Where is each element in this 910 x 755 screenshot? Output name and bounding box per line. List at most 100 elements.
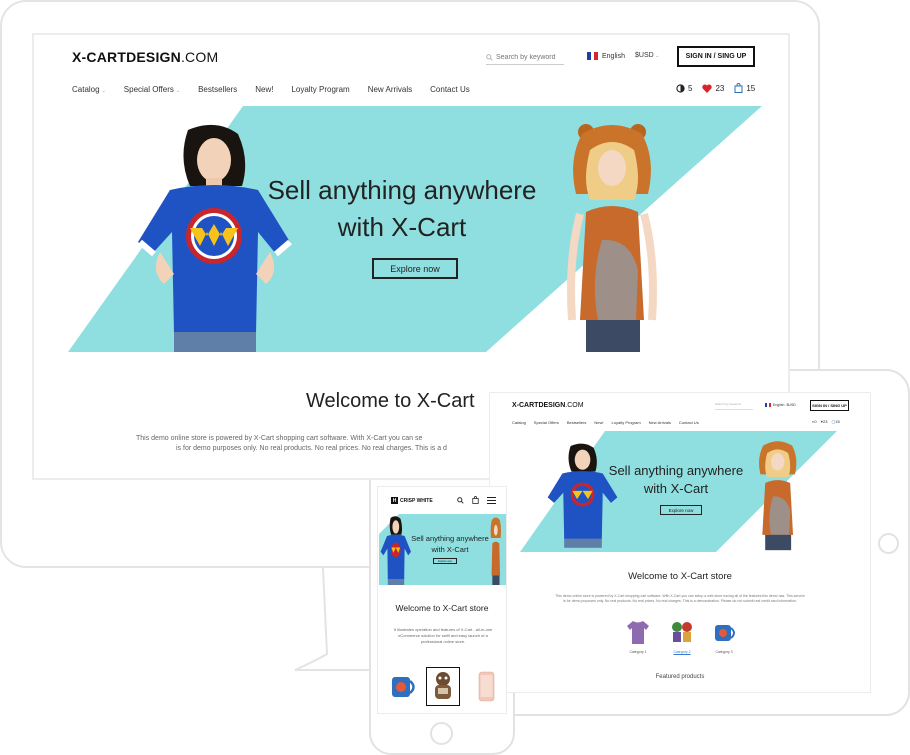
nav-item-loyalty-program[interactable]: Loyalty Program bbox=[612, 420, 641, 425]
welcome-description-line-1: This demo online store is powered by X-C… bbox=[555, 594, 805, 598]
nav-item-catalog[interactable]: Catalog ⌄ bbox=[72, 85, 106, 94]
compare-counter[interactable]: ◐0 bbox=[812, 419, 817, 424]
banner-headline-line-2: with X-Cart bbox=[337, 212, 467, 242]
welcome-description-line-2: is for demo purposes only. No real produ… bbox=[563, 599, 797, 603]
banner-headline-line-2: with X-Cart bbox=[643, 481, 709, 496]
logo-bold-text: X-CARTDESIGN bbox=[72, 49, 181, 65]
site-logo[interactable]: X-CARTDESIGN.COM bbox=[512, 402, 584, 409]
site-logo[interactable]: H CRISP WHITE bbox=[391, 497, 433, 504]
shopping-bag-icon bbox=[734, 83, 743, 93]
banner-headline: Sell anything anywhere with X-Cart bbox=[405, 533, 495, 555]
category-tile-2[interactable]: Category 2 bbox=[662, 617, 702, 654]
welcome-description-line-2: is for demo purposes only. No real produ… bbox=[176, 445, 447, 452]
logo-mark: H bbox=[391, 497, 398, 504]
site-logo[interactable]: X-CARTDESIGN.COM bbox=[72, 49, 218, 65]
shopping-bag-icon[interactable] bbox=[472, 496, 479, 504]
tablet-screen: X-CARTDESIGN.COM Search by keyword Engli… bbox=[489, 392, 871, 693]
compare-counter[interactable]: 5 bbox=[676, 84, 692, 93]
cart-counter[interactable]: 15 bbox=[734, 83, 755, 93]
cart-count: 15 bbox=[746, 83, 756, 93]
sign-in-button[interactable]: SIGN IN / SING UP bbox=[810, 400, 849, 411]
product-thumbnail-1[interactable] bbox=[385, 667, 419, 706]
product-thumbnail-2[interactable] bbox=[426, 667, 460, 706]
category-label[interactable]: Category 2 bbox=[662, 650, 702, 654]
figurines-product-image bbox=[672, 622, 692, 642]
sign-in-button[interactable]: SIGN IN / SING UP bbox=[677, 46, 755, 67]
welcome-title: Welcome to X-Cart store bbox=[395, 603, 489, 613]
main-navigation: Catalog ⌄ Special Offers ⌄ Bestsellers New… bbox=[72, 85, 470, 94]
compare-icon bbox=[676, 83, 685, 93]
header-counters: 5 23 15 bbox=[676, 83, 755, 93]
mug-product-image bbox=[715, 625, 735, 641]
wishlist-counter[interactable]: ♥23 bbox=[821, 419, 828, 424]
nav-item-contact-us[interactable]: Contact Us bbox=[679, 420, 699, 425]
search-input[interactable] bbox=[496, 53, 564, 61]
nav-item-catalog[interactable]: Catalog bbox=[512, 420, 526, 425]
language-selector[interactable]: English $USD bbox=[765, 403, 796, 407]
search-input[interactable]: Search by keyword bbox=[715, 402, 753, 410]
nav-item-special-offers[interactable]: Special Offers bbox=[534, 420, 559, 425]
nav-item-contact-us[interactable]: Contact Us bbox=[430, 85, 470, 94]
wishlist-counter[interactable]: 23 bbox=[702, 84, 724, 93]
hamburger-menu-icon[interactable] bbox=[487, 496, 496, 504]
logo-tld-text: .COM bbox=[565, 402, 584, 409]
model-ewok-costume-image bbox=[759, 441, 797, 551]
phone-home-button bbox=[430, 722, 453, 745]
banner-headline: Sell anything anywhere with X-Cart bbox=[596, 462, 756, 498]
category-tile-1[interactable]: Category 1 bbox=[618, 617, 658, 654]
compare-count: 5 bbox=[688, 83, 693, 93]
smartphone-product-image bbox=[478, 671, 495, 702]
category-label[interactable]: Category 3 bbox=[704, 650, 744, 654]
banner-headline-line-1: Sell anything anywhere bbox=[267, 175, 537, 205]
nav-item-new[interactable]: New! bbox=[594, 420, 603, 425]
nav-item-loyalty-program[interactable]: Loyalty Program bbox=[291, 85, 349, 94]
nav-item-bestsellers[interactable]: Bestsellers bbox=[198, 85, 237, 94]
search-box[interactable] bbox=[486, 50, 564, 65]
tablet-home-button bbox=[878, 533, 899, 554]
explore-now-button[interactable]: Explore now bbox=[660, 505, 702, 515]
language-label: English bbox=[773, 403, 785, 407]
search-icon[interactable] bbox=[457, 496, 464, 504]
nav-item-new-arrivals[interactable]: New Arrivals bbox=[649, 420, 671, 425]
france-flag-icon bbox=[765, 403, 771, 407]
explore-now-button[interactable]: Explore now bbox=[433, 558, 457, 564]
category-tile-3[interactable]: Category 3 bbox=[704, 617, 744, 654]
plush-toy-product-image bbox=[435, 672, 451, 699]
welcome-description: It illustrates operation and features of… bbox=[393, 627, 493, 644]
logo-bold-text: X-CARTDESIGN bbox=[512, 402, 566, 409]
nav-item-new-arrivals[interactable]: New Arrivals bbox=[368, 85, 412, 94]
heart-icon bbox=[702, 84, 713, 93]
france-flag-icon bbox=[587, 52, 599, 60]
wishlist-count: 23 bbox=[823, 419, 828, 424]
nav-item-bestsellers[interactable]: Bestsellers bbox=[567, 420, 587, 425]
language-selector[interactable]: English bbox=[587, 52, 625, 60]
banner-headline-line-1: Sell anything anywhere bbox=[608, 463, 744, 478]
nav-label: Catalog bbox=[72, 85, 100, 94]
header-counters: ◐0 ♥23 ▢15 bbox=[812, 419, 840, 424]
currency-label[interactable]: $USD bbox=[786, 403, 795, 407]
explore-now-button[interactable]: Explore now bbox=[372, 258, 458, 279]
nav-item-special-offers[interactable]: Special Offers ⌄ bbox=[124, 85, 180, 94]
cart-counter[interactable]: ▢15 bbox=[831, 419, 839, 424]
language-label: English bbox=[602, 52, 625, 60]
phone-screen: H CRISP WHITE Sell anything anywhere wit… bbox=[377, 486, 507, 714]
nav-item-new[interactable]: New! bbox=[255, 85, 273, 94]
nav-label: Special Offers bbox=[123, 85, 174, 94]
chevron-down-icon: ⌄ bbox=[175, 88, 181, 94]
currency-selector[interactable]: $USD ⌄ bbox=[635, 52, 659, 59]
search-icon bbox=[486, 53, 493, 61]
monitor-stand bbox=[294, 566, 377, 671]
compare-count: 0 bbox=[814, 419, 817, 424]
tshirt-product-image bbox=[627, 621, 649, 644]
product-thumbnail-3[interactable] bbox=[469, 667, 503, 706]
welcome-title: Welcome to X-Cart store bbox=[628, 571, 732, 582]
cart-count: 15 bbox=[835, 419, 840, 424]
logo-text: CRISP WHITE bbox=[400, 497, 433, 504]
chevron-down-icon: ⌄ bbox=[653, 53, 660, 59]
category-label[interactable]: Category 1 bbox=[618, 650, 658, 654]
wishlist-count: 23 bbox=[715, 83, 725, 93]
featured-products-title: Featured products bbox=[655, 674, 705, 680]
main-navigation: Catalog Special Offers Bestsellers New! … bbox=[512, 420, 699, 425]
chevron-down-icon: ⌄ bbox=[101, 88, 106, 94]
model-ewok-costume-image bbox=[567, 124, 657, 352]
